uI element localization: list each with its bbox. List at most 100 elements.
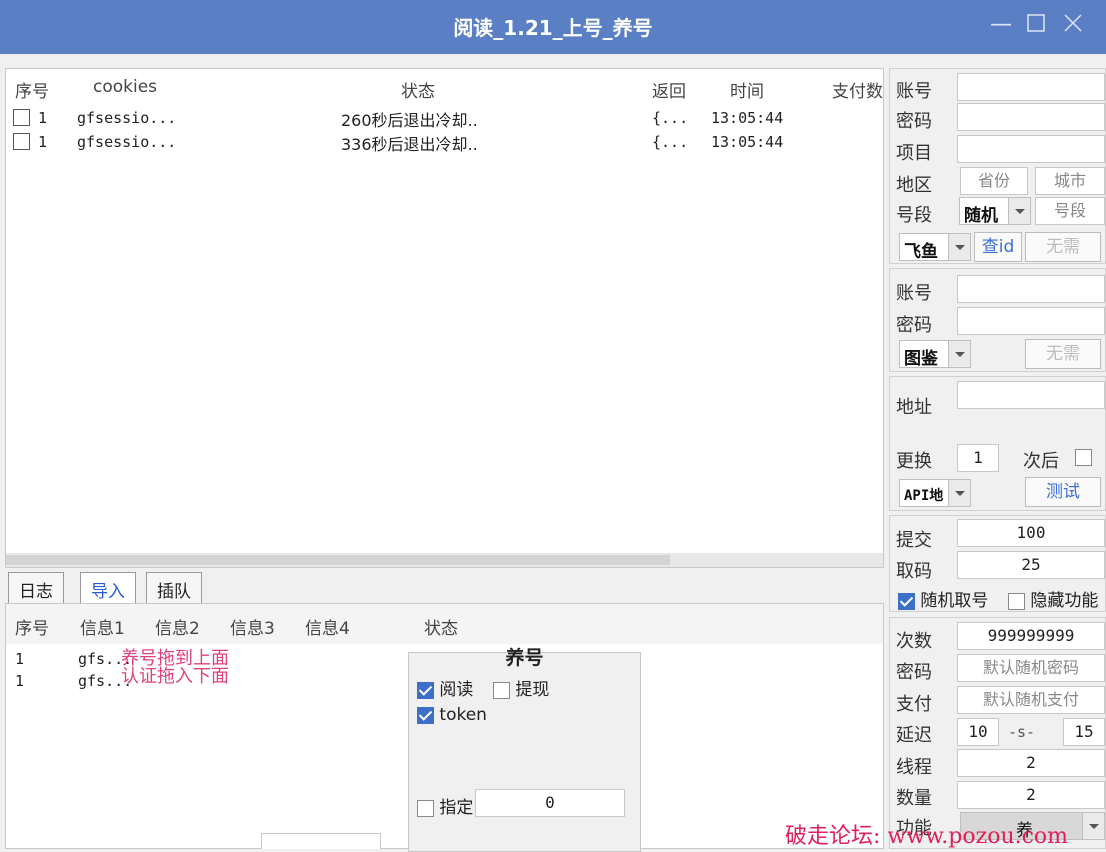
token-checkbox[interactable]: token [417,705,487,725]
city-input[interactable]: 城市 [1035,167,1105,195]
close-icon[interactable] [1063,13,1083,39]
pay-label: 支付 [896,694,932,715]
table-row[interactable]: 1 gfsessio... 260秒后退出冷却.. {... 13:05:44 [6,107,883,131]
password-label: 密码 [896,662,932,683]
row-checkbox[interactable] [13,109,30,126]
captcha-password-input[interactable] [957,307,1105,335]
row-return: {... [652,109,689,127]
account-input[interactable] [957,73,1105,101]
withdraw-checkbox[interactable]: 提现 [493,675,549,700]
row-checkbox[interactable] [13,133,30,150]
threads-input[interactable]: 2 [957,749,1105,777]
delay-separator: -s- [1008,723,1036,741]
change-count-input[interactable]: 1 [957,444,999,472]
watermark: 破走论坛: www.pozou.com [785,824,1069,849]
col-paycount[interactable]: 支付数 [832,77,883,102]
api-select[interactable]: API地 [899,479,971,507]
delay-to-input[interactable]: 15 [1063,718,1105,746]
row-status: 260秒后退出冷却.. [341,111,478,130]
col-time[interactable]: 时间 [730,77,764,102]
chevron-down-icon[interactable] [948,234,970,260]
captcha-account-input[interactable] [957,275,1105,303]
tab-import[interactable]: 导入 [80,572,136,604]
main-table[interactable]: 序号 cookies 状态 返回 时间 支付数 1 gfsessio... 26… [5,68,884,568]
checked-icon[interactable] [898,592,915,610]
no-need-button[interactable]: 无需 [1025,339,1101,369]
address-input[interactable] [957,381,1105,409]
platform-select[interactable]: 飞鱼 [899,233,971,262]
delay-label: 延迟 [896,725,932,746]
col-seq[interactable]: 序号 [15,77,49,102]
col-seq[interactable]: 序号 [15,614,49,639]
project-label: 项目 [896,143,932,164]
getcode-input[interactable]: 25 [957,551,1105,579]
default-pay-input[interactable]: 默认随机支付 [957,686,1105,714]
horizontal-scrollbar[interactable] [6,553,883,567]
assign-input[interactable]: 0 [475,789,625,817]
col-info4[interactable]: 信息4 [305,614,350,639]
count-label: 次数 [896,631,932,652]
scrollbar-thumb[interactable] [6,555,670,565]
default-password-input[interactable]: 默认随机密码 [957,654,1105,682]
drag-hint-lower: 认证拖入下面 [121,666,229,687]
no-need-button[interactable]: 无需 [1025,232,1101,262]
segment-select[interactable]: 随机 [959,197,1031,226]
col-info3[interactable]: 信息3 [230,614,275,639]
chevron-down-icon[interactable] [948,341,970,367]
after-checkbox[interactable] [1075,449,1092,466]
test-button[interactable]: 测试 [1025,477,1101,507]
segment-label: 号段 [896,205,932,226]
assign-checkbox[interactable]: 指定 [417,793,473,818]
region-label: 地区 [896,175,932,196]
province-input[interactable]: 省份 [960,167,1028,195]
amount-label: 数量 [896,788,932,809]
lower-table-header: 序号 信息1 信息2 信息3 信息4 状态 [6,604,883,644]
table-row[interactable]: 1 gfsessio... 336秒后退出冷却.. {... 13:05:44 [6,131,883,155]
checked-icon[interactable] [417,681,434,699]
row-seq: 1 [15,672,25,690]
col-cookies[interactable]: cookies [93,77,157,97]
unchecked-icon[interactable] [1008,592,1025,610]
segment-input[interactable]: 号段 [1035,197,1105,225]
unchecked-icon[interactable] [493,681,510,699]
read-label: 阅读 [439,680,474,700]
row-seq: 1 [38,133,48,151]
chevron-down-icon[interactable] [1008,198,1030,224]
amount-input[interactable]: 2 [957,781,1105,809]
maximize-icon[interactable] [1027,13,1045,38]
read-checkbox[interactable]: 阅读 [417,675,473,700]
captcha-select-value: 图鉴 [904,349,938,369]
captcha-group: 账号 密码 图鉴 无需 [889,268,1106,372]
row-seq: 1 [38,109,48,127]
delay-from-input[interactable]: 10 [957,718,999,746]
tab-log[interactable]: 日志 [8,572,64,604]
chevron-down-icon[interactable] [948,480,970,506]
password-label: 密码 [896,111,932,132]
unchecked-icon[interactable] [417,799,434,817]
hide-function-checkbox[interactable]: 隐藏功能 [1008,586,1098,611]
col-status[interactable]: 状态 [401,77,435,102]
row-time: 13:05:44 [711,133,784,151]
change-label: 更换 [896,451,932,472]
row-cookies: gfsessio... [77,109,177,127]
chevron-down-icon[interactable] [1082,813,1104,839]
count-input[interactable]: 999999999 [957,622,1105,650]
col-info1[interactable]: 信息1 [80,614,125,639]
submit-input[interactable]: 100 [957,519,1105,547]
col-return[interactable]: 返回 [652,77,686,102]
sms-platform-group: 账号 密码 项目 地区 省份 城市 号段 随机 号段 飞鱼 查id 无需 [889,68,1106,264]
platform-select-value: 飞鱼 [904,242,938,262]
submit-label: 提交 [896,530,932,551]
col-status[interactable]: 状态 [424,614,458,639]
password-input[interactable] [957,103,1105,131]
random-number-checkbox[interactable]: 随机取号 [898,586,988,611]
import-button[interactable] [261,833,381,849]
captcha-select[interactable]: 图鉴 [899,340,971,369]
col-info2[interactable]: 信息2 [155,614,200,639]
project-input[interactable] [957,135,1105,163]
tab-queue[interactable]: 插队 [146,572,202,604]
check-id-button[interactable]: 查id [974,232,1022,262]
checked-icon[interactable] [417,706,434,724]
minimize-icon[interactable]: — [990,12,1012,37]
main-table-header: 序号 cookies 状态 返回 时间 支付数 [6,69,883,105]
